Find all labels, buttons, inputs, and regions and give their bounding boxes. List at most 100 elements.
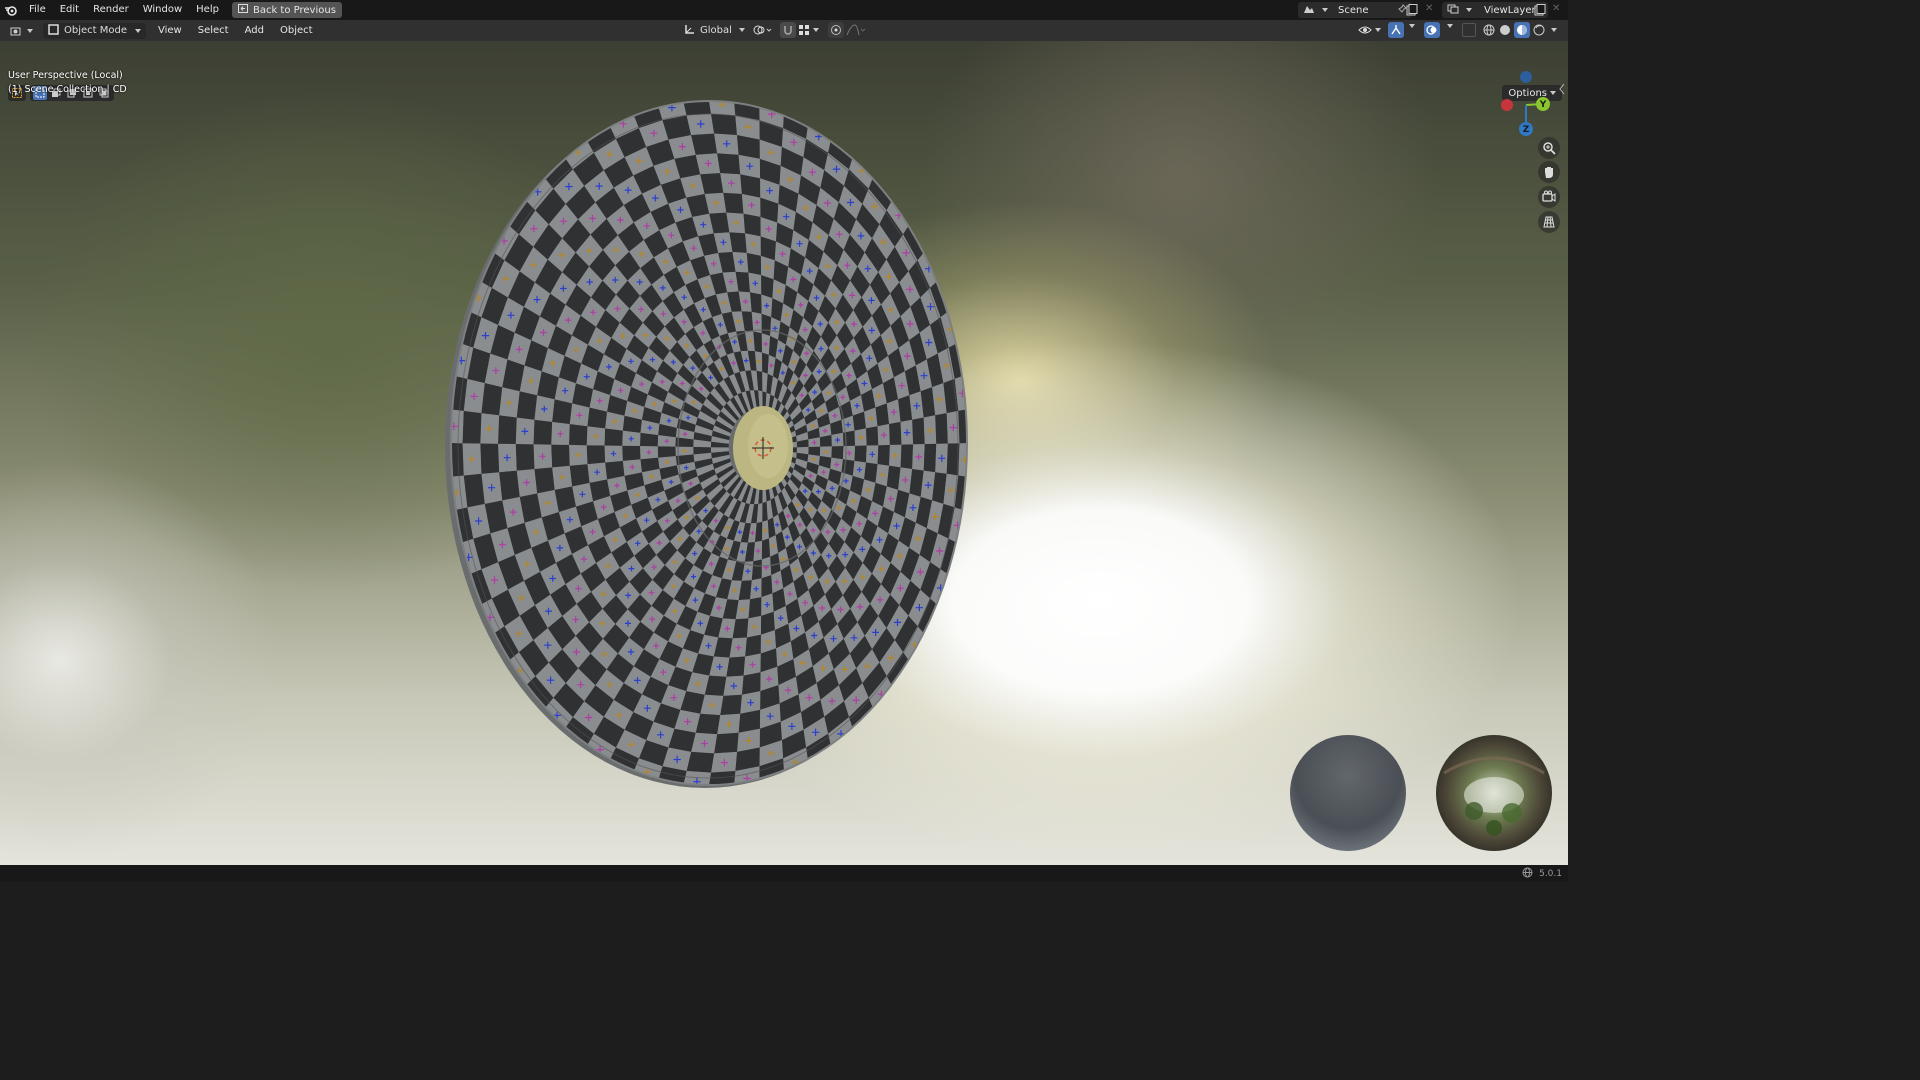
version-label: 5.0.1 bbox=[1539, 868, 1562, 879]
status-bar: 5.0.1 bbox=[0, 865, 1568, 882]
visibility-selector-icon[interactable] bbox=[1358, 23, 1381, 37]
viewlayer-selector[interactable]: ViewLayer bbox=[1442, 2, 1548, 18]
mode-selector[interactable]: Object Mode bbox=[43, 22, 146, 39]
shading-dropdown-icon[interactable] bbox=[1551, 28, 1557, 32]
sidebar-toggle-icon[interactable] bbox=[1558, 83, 1566, 95]
scene-icon bbox=[1303, 4, 1315, 17]
chevron-down-icon bbox=[738, 28, 745, 32]
checker-tile bbox=[534, 467, 555, 494]
back-to-previous-label: Back to Previous bbox=[252, 4, 336, 16]
checker-tile bbox=[640, 432, 659, 447]
overlays-toggle-icon[interactable] bbox=[1424, 22, 1440, 38]
material-preview-shading-icon[interactable] bbox=[1514, 22, 1530, 38]
xray-toggle-icon[interactable] bbox=[1462, 23, 1476, 37]
editor-type-icon[interactable] bbox=[10, 25, 33, 37]
checker-tile bbox=[586, 445, 606, 465]
ortho-toggle-icon[interactable] bbox=[1538, 211, 1560, 233]
menu-window[interactable]: Window bbox=[136, 0, 189, 20]
checker-tile bbox=[552, 399, 573, 424]
scene-selector[interactable]: Scene bbox=[1298, 2, 1412, 18]
checker-tile bbox=[889, 421, 902, 445]
checker-tile bbox=[657, 446, 676, 458]
viewlayer-icon bbox=[1447, 4, 1459, 17]
collection-label: (1) Scene Collection | CD bbox=[8, 84, 127, 95]
gizmo-y-label: Y bbox=[1539, 100, 1547, 110]
proportional-editing-icon[interactable] bbox=[828, 22, 844, 38]
checker-tile bbox=[714, 732, 739, 754]
checker-tile bbox=[463, 473, 485, 508]
new-viewlayer-icon[interactable] bbox=[1534, 4, 1546, 19]
pivot-point-icon[interactable] bbox=[752, 24, 772, 39]
checker-tile bbox=[516, 391, 538, 420]
checker-tile bbox=[866, 426, 879, 446]
falloff-icon[interactable] bbox=[846, 24, 866, 39]
checker-tile bbox=[935, 413, 948, 444]
pan-hand-icon[interactable] bbox=[1538, 161, 1560, 183]
checker-tile bbox=[569, 424, 588, 446]
checker-tile bbox=[533, 419, 553, 445]
zoom-icon[interactable] bbox=[1538, 137, 1560, 159]
delete-scene-icon[interactable]: ✕ bbox=[1425, 3, 1433, 14]
camera-view-icon[interactable] bbox=[1538, 186, 1560, 208]
snap-target-icon[interactable] bbox=[798, 24, 819, 36]
menu-edit[interactable]: Edit bbox=[53, 0, 86, 20]
rendered-shading-icon[interactable] bbox=[1532, 23, 1546, 37]
checker-tile bbox=[682, 101, 711, 116]
checker-tile bbox=[900, 444, 914, 469]
checker-tile bbox=[958, 408, 967, 444]
checker-tile bbox=[762, 352, 769, 374]
transform-orientation-selector[interactable]: Global bbox=[684, 22, 745, 38]
menu-add[interactable]: Add bbox=[237, 25, 272, 36]
checker-tile bbox=[808, 446, 821, 456]
perspective-label: User Perspective (Local) bbox=[8, 70, 123, 81]
menu-render[interactable]: Render bbox=[86, 0, 136, 20]
menu-view[interactable]: View bbox=[150, 25, 190, 36]
checker-tile bbox=[726, 656, 746, 677]
3d-viewport[interactable]: Options User Perspective (Local) (1) Sce… bbox=[0, 41, 1568, 865]
menu-file[interactable]: File bbox=[22, 0, 53, 20]
checker-tile bbox=[761, 575, 773, 598]
new-scene-icon[interactable] bbox=[1406, 4, 1418, 19]
checker-tile bbox=[720, 694, 742, 716]
checker-tile bbox=[462, 410, 482, 444]
gizmo-z-label: Z bbox=[1523, 125, 1530, 135]
checker-tile bbox=[912, 417, 925, 445]
checker-tile bbox=[746, 252, 762, 275]
overlays-dropdown-icon[interactable] bbox=[1447, 24, 1453, 28]
blender-logo-icon[interactable] bbox=[0, 0, 22, 20]
network-globe-icon[interactable] bbox=[1522, 867, 1533, 881]
checker-tile bbox=[831, 446, 844, 460]
delete-viewlayer-icon[interactable]: ✕ bbox=[1552, 3, 1560, 14]
checker-tile bbox=[686, 751, 715, 773]
chevron-down-icon bbox=[1322, 8, 1328, 12]
checker-tile bbox=[711, 113, 737, 135]
checker-tile bbox=[741, 672, 761, 695]
checker-tile bbox=[923, 443, 937, 473]
checker-tile bbox=[604, 428, 623, 446]
checker-tile bbox=[751, 559, 762, 581]
menu-help[interactable]: Help bbox=[189, 0, 226, 20]
checker-tile bbox=[723, 192, 744, 214]
orientation-label: Global bbox=[700, 24, 732, 36]
gizmo-x-icon[interactable] bbox=[1501, 99, 1513, 111]
menu-select[interactable]: Select bbox=[190, 25, 237, 36]
gizmo-dropdown-icon[interactable] bbox=[1409, 24, 1415, 28]
wireframe-shading-icon[interactable] bbox=[1482, 23, 1496, 37]
checker-tile bbox=[864, 462, 878, 483]
solid-shading-icon[interactable] bbox=[1498, 23, 1512, 37]
navigation-gizmo[interactable]: Y Z bbox=[1496, 65, 1556, 141]
matte-sphere-preview bbox=[1290, 735, 1406, 851]
checker-tile bbox=[499, 470, 520, 501]
checker-tile bbox=[761, 538, 771, 560]
checker-tile bbox=[515, 444, 535, 471]
checker-tile bbox=[877, 444, 890, 466]
scene-name: Scene bbox=[1338, 4, 1369, 16]
checker-tile bbox=[854, 445, 867, 463]
snap-toggle-icon[interactable] bbox=[780, 22, 796, 38]
menu-object[interactable]: Object bbox=[272, 25, 321, 36]
checker-tile bbox=[480, 443, 500, 474]
back-to-previous-button[interactable]: Back to Previous bbox=[231, 2, 342, 18]
gizmo-neg-z-icon[interactable] bbox=[1520, 71, 1532, 83]
checker-tile bbox=[569, 464, 590, 487]
gizmo-toggle-icon[interactable] bbox=[1388, 22, 1404, 38]
